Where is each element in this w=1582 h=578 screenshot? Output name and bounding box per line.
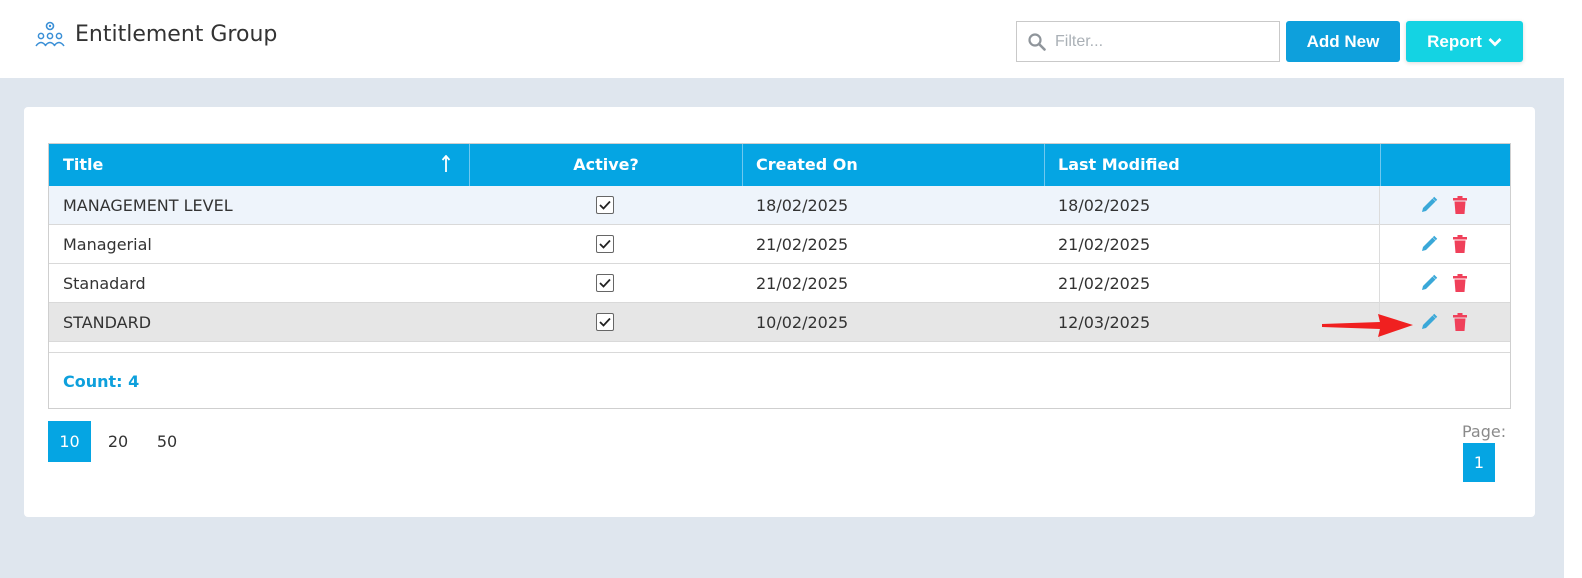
column-divider [1379,186,1380,225]
active-checkbox[interactable] [596,274,614,292]
row-title: Stanadard [63,274,146,293]
page-header: Entitlement Group Add New Report [0,0,1564,78]
report-label: Report [1427,31,1482,51]
sort-ascending-icon [441,155,451,172]
add-new-button[interactable]: Add New [1286,21,1400,62]
column-header-created-on[interactable]: Created On [743,144,1045,186]
page-size-10[interactable]: 10 [48,421,91,462]
filter-input[interactable] [1055,30,1270,54]
column-divider [1379,264,1380,303]
column-header-last-modified[interactable]: Last Modified [1045,144,1381,186]
table-row[interactable]: STANDARD 10/02/2025 12/03/2025 [49,303,1510,342]
row-created-on: 21/02/2025 [756,235,849,254]
active-checkbox[interactable] [596,313,614,331]
table-row[interactable]: MANAGEMENT LEVEL 18/02/2025 18/02/2025 [49,186,1510,225]
edit-pencil-icon[interactable] [1420,313,1438,331]
search-icon [1028,33,1046,51]
page-size-20[interactable]: 20 [98,421,138,462]
active-checkbox[interactable] [596,196,614,214]
page-title: Entitlement Group [75,22,278,47]
record-count: Count: 4 [63,372,140,391]
row-created-on: 21/02/2025 [756,274,849,293]
annotation-arrow-icon [1322,314,1413,337]
row-title: STANDARD [63,313,152,332]
check-icon [599,239,611,249]
row-created-on: 10/02/2025 [756,313,849,332]
column-header-active[interactable]: Active? [470,144,743,186]
delete-trash-icon[interactable] [1452,273,1468,293]
entitlement-group-grid: Title Active? Created On Last Modified M… [48,143,1511,409]
page-size-50[interactable]: 50 [147,421,187,462]
chevron-down-icon [1488,37,1502,46]
people-group-gear-icon [35,21,65,47]
active-checkbox[interactable] [596,235,614,253]
check-icon [599,317,611,327]
row-last-modified: 12/03/2025 [1058,313,1151,332]
edit-pencil-icon[interactable] [1420,235,1438,253]
check-icon [599,200,611,210]
page-button-1[interactable]: 1 [1463,443,1495,482]
row-created-on: 18/02/2025 [756,196,849,215]
report-dropdown-button[interactable]: Report [1406,21,1523,62]
row-title: MANAGEMENT LEVEL [63,196,233,215]
edit-pencil-icon[interactable] [1420,274,1438,292]
scrollbar-gutter [1564,0,1582,578]
page-label: Page: [1462,422,1507,441]
table-row[interactable]: Stanadard 21/02/2025 21/02/2025 [49,264,1510,303]
row-last-modified: 21/02/2025 [1058,235,1151,254]
column-divider [1379,225,1380,264]
delete-trash-icon[interactable] [1452,234,1468,254]
row-last-modified: 18/02/2025 [1058,196,1151,215]
column-header-title[interactable]: Title [49,144,470,186]
table-row[interactable]: Managerial 21/02/2025 21/02/2025 [49,225,1510,264]
filter-field[interactable] [1016,21,1280,62]
row-last-modified: 21/02/2025 [1058,274,1151,293]
check-icon [599,278,611,288]
column-header-actions [1381,144,1510,186]
row-title: Managerial [63,235,152,254]
delete-trash-icon[interactable] [1452,195,1468,215]
grid-header-row: Title Active? Created On Last Modified [49,144,1510,186]
edit-pencil-icon[interactable] [1420,196,1438,214]
add-new-label: Add New [1306,31,1380,51]
grid-footer-divider [49,352,1510,353]
delete-trash-icon[interactable] [1452,312,1468,332]
